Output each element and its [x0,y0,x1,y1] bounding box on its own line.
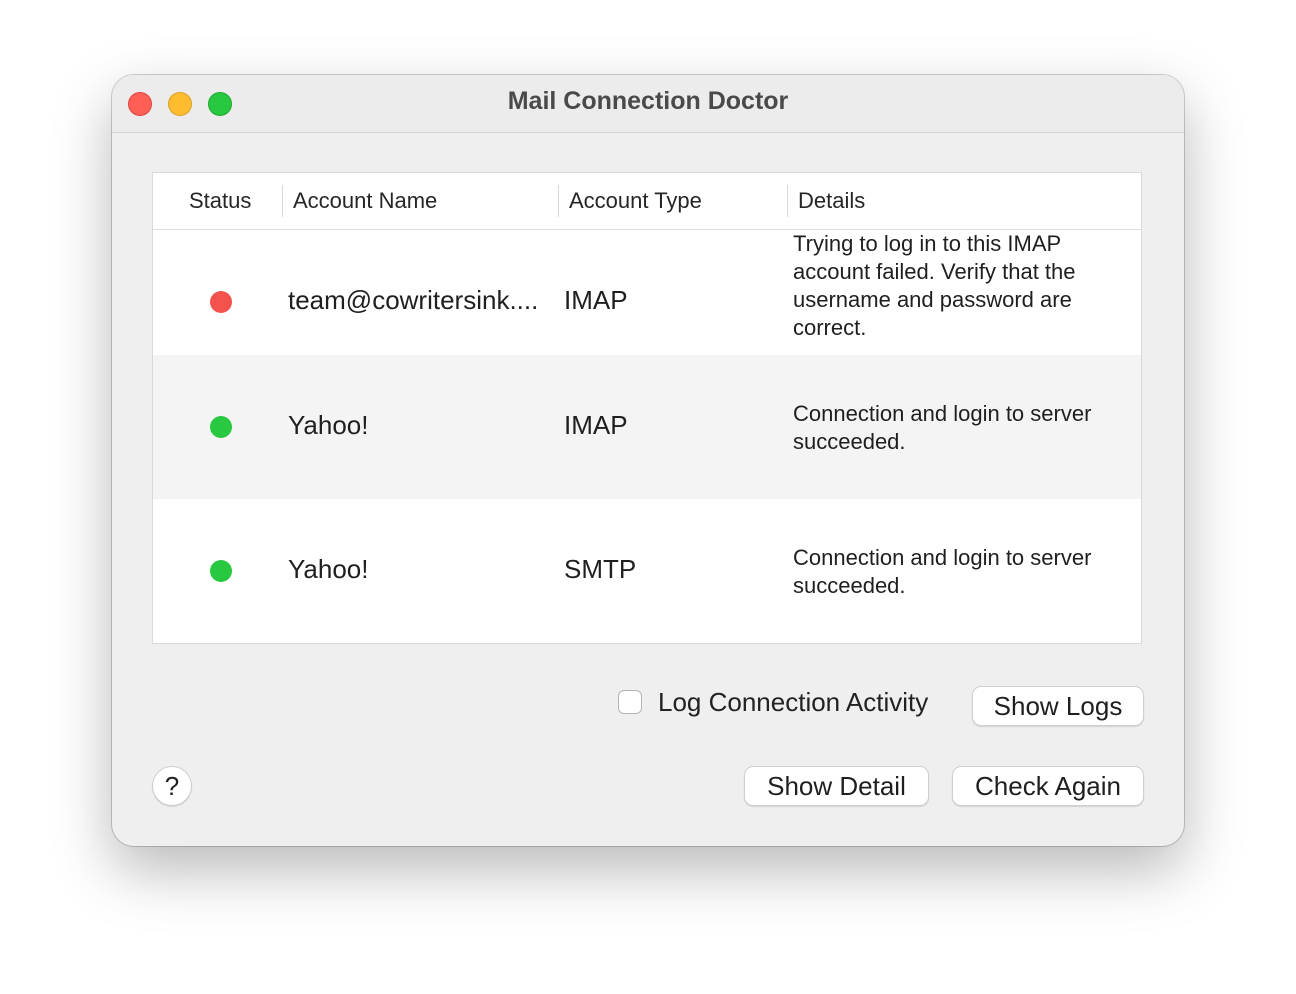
column-header-account-type[interactable]: Account Type [569,173,702,229]
column-divider[interactable] [282,185,283,217]
status-ok-icon [210,560,232,582]
show-logs-button[interactable]: Show Logs [972,686,1144,726]
table-row[interactable]: Yahoo! SMTP Connection and login to serv… [153,499,1141,643]
title-bar: Mail Connection Doctor [112,75,1184,133]
status-ok-icon [210,416,232,438]
column-divider[interactable] [558,185,559,217]
account-name-cell: team@cowritersink.... [288,285,539,315]
show-detail-button[interactable]: Show Detail [744,766,929,806]
column-header-details[interactable]: Details [798,173,865,229]
table-header: Status Account Name Account Type Details [153,173,1141,230]
window-title: Mail Connection Doctor [507,87,789,115]
log-connection-activity-checkbox[interactable] [618,690,642,714]
help-button[interactable]: ? [152,766,192,806]
accounts-table: Status Account Name Account Type Details… [152,172,1142,644]
table-row[interactable]: Yahoo! IMAP Connection and login to serv… [153,355,1141,499]
log-connection-activity-label[interactable]: Log Connection Activity [658,687,928,718]
account-name-cell: Yahoo! [288,554,369,584]
status-failed-icon [210,291,232,313]
details-cell: Trying to log in to this IMAP account fa… [793,231,1076,340]
check-again-button[interactable]: Check Again [952,766,1144,806]
column-header-status[interactable]: Status [189,173,251,229]
account-type-cell: SMTP [564,554,637,584]
account-type-cell: IMAP [564,410,628,440]
mail-connection-doctor-window: Mail Connection Doctor Status Account Na… [112,75,1184,846]
column-header-account-name[interactable]: Account Name [293,173,437,229]
details-cell: Connection and login to server succeeded… [793,401,1092,454]
account-name-cell: Yahoo! [288,410,369,440]
details-cell: Connection and login to server succeeded… [793,545,1092,598]
column-divider[interactable] [787,185,788,217]
table-row[interactable]: team@cowritersink.... IMAP Trying to log… [153,230,1141,374]
account-type-cell: IMAP [564,285,628,315]
